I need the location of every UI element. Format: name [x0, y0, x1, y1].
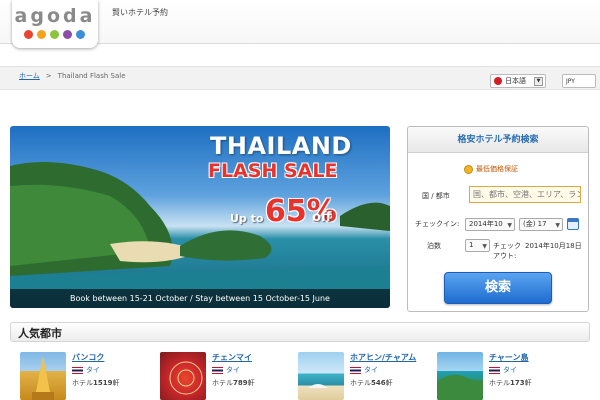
count-prefix: ホテル	[489, 379, 510, 387]
count-prefix: ホテル	[212, 379, 233, 387]
count-suffix: 軒	[524, 379, 532, 387]
city-search-input[interactable]	[469, 186, 581, 203]
city-country-label: タイ	[86, 366, 100, 374]
city-country[interactable]: タイ	[350, 365, 378, 375]
checkin-day-value: (金) 17	[523, 220, 547, 228]
count-suffix: 軒	[247, 379, 255, 387]
tagline: 賢いホテル予約	[112, 8, 168, 17]
thailand-flag-icon	[489, 366, 500, 374]
city-thumbnail[interactable]	[298, 352, 344, 400]
search-panel-title: 格安ホテル予約検索	[408, 127, 588, 153]
count-number: 173	[510, 379, 525, 387]
city-thumbnail[interactable]	[20, 352, 66, 400]
checkout-label: チェック アウト:	[493, 241, 521, 261]
island-far	[340, 202, 390, 231]
thailand-flag-icon	[212, 366, 223, 374]
checkin-month-value: 2014年10	[469, 220, 503, 228]
city-country[interactable]: タイ	[72, 365, 100, 375]
checkin-day-select[interactable]: (金) 17 ▼	[519, 218, 563, 231]
breadcrumb-home-link[interactable]: ホーム	[19, 72, 40, 80]
checkin-month-select[interactable]: 2014年10 ▼	[465, 218, 515, 231]
logo-dot	[37, 30, 46, 39]
chevron-down-icon: ▼	[534, 76, 543, 86]
breadcrumb-separator: >	[45, 72, 52, 80]
checkout-label-line2: アウト:	[493, 252, 517, 260]
checkout-date: 2014年10月18日	[525, 242, 582, 250]
island-right	[180, 230, 272, 261]
city-name-link[interactable]: ホアヒン/チャアム	[350, 352, 416, 363]
logo-dot	[76, 30, 85, 39]
city-name-link[interactable]: チャーン島	[489, 352, 529, 363]
city-country-label: タイ	[503, 366, 517, 374]
medal-icon	[464, 164, 473, 174]
best-price-guarantee[interactable]: 最低価格保証	[464, 164, 518, 174]
city-card-huahin[interactable]: ホアヒン/チャアム タイ ホテル546軒	[298, 352, 428, 400]
city-country[interactable]: タイ	[489, 365, 517, 375]
thailand-flash-sale-banner[interactable]: THAILAND FLASH SALE Up to 65% off Book b…	[10, 126, 390, 308]
city-thumbnail[interactable]	[160, 352, 206, 400]
city-hotel-count: ホテル173軒	[489, 378, 532, 388]
checkin-label: チェックイン:	[415, 220, 460, 228]
checkout-label-line1: チェック	[493, 242, 521, 250]
count-suffix: 軒	[385, 379, 393, 387]
banner-subtitle: FLASH SALE	[208, 160, 338, 182]
japan-flag-icon	[494, 77, 502, 85]
thailand-flag-icon	[350, 366, 361, 374]
breadcrumb-current: Thailand Flash Sale	[57, 72, 126, 80]
nights-label: 泊数	[427, 242, 441, 250]
city-hotel-count: ホテル789軒	[212, 378, 255, 388]
chevron-down-icon: ▼	[507, 222, 512, 229]
banner-title: THAILAND	[210, 132, 352, 160]
currency-label: JPY	[566, 77, 575, 85]
currency-selector[interactable]: JPY	[562, 74, 596, 88]
count-number: 1519	[93, 379, 113, 387]
logo-dots	[24, 30, 85, 39]
city-country[interactable]: タイ	[212, 365, 240, 375]
logo-text: agoda	[14, 5, 96, 27]
city-label: 国 / 都市	[422, 192, 450, 200]
city-thumbnail[interactable]	[437, 352, 483, 400]
language-label: 日本語	[505, 77, 526, 85]
city-hotel-count: ホテル1519軒	[72, 378, 119, 388]
logo-dot	[24, 30, 33, 39]
count-number: 789	[233, 379, 248, 387]
popular-cities-title: 人気都市	[18, 327, 62, 340]
city-name-link[interactable]: チェンマイ	[212, 352, 252, 363]
island-icon	[437, 374, 483, 400]
search-button[interactable]: 検索	[444, 272, 552, 304]
calendar-icon[interactable]	[567, 218, 579, 230]
chevron-down-icon: ▼	[555, 222, 560, 229]
hotel-search-panel: 格安ホテル予約検索 最低価格保証 国 / 都市 チェックイン: 2014年10 ▼…	[407, 126, 589, 312]
city-card-bangkok[interactable]: バンコク タイ ホテル1519軒	[20, 352, 150, 400]
guarantee-label: 最低価格保証	[476, 165, 518, 173]
count-prefix: ホテル	[350, 379, 371, 387]
chevron-down-icon: ▼	[482, 243, 487, 250]
nights-value: 1	[469, 241, 474, 249]
city-hotel-count: ホテル546軒	[350, 378, 393, 388]
agoda-logo[interactable]: agoda	[12, 0, 98, 48]
city-card-chiangmai[interactable]: チェンマイ タイ ホテル789軒	[160, 352, 290, 400]
count-number: 546	[371, 379, 386, 387]
city-country-label: タイ	[226, 366, 240, 374]
banner-off: off	[312, 210, 332, 225]
city-card-kohchang[interactable]: チャーン島 タイ ホテル173軒	[437, 352, 567, 400]
count-suffix: 軒	[112, 379, 120, 387]
umbrella-icon	[169, 361, 203, 395]
count-prefix: ホテル	[72, 379, 93, 387]
popular-cities-header: 人気都市	[10, 322, 590, 342]
banner-dates: Book between 15-21 October / Stay betwee…	[10, 289, 390, 308]
banner-upto: Up to	[230, 212, 264, 225]
logo-dot	[63, 30, 72, 39]
thailand-flag-icon	[72, 366, 83, 374]
breadcrumb: ホーム > Thailand Flash Sale	[19, 71, 126, 81]
temple-icon	[32, 356, 54, 400]
nights-select[interactable]: 1 ▼	[465, 239, 490, 252]
city-name-link[interactable]: バンコク	[72, 352, 104, 363]
logo-dot	[50, 30, 59, 39]
beach-icon	[308, 384, 328, 388]
city-country-label: タイ	[364, 366, 378, 374]
language-selector[interactable]: 日本語 ▼	[490, 74, 546, 88]
